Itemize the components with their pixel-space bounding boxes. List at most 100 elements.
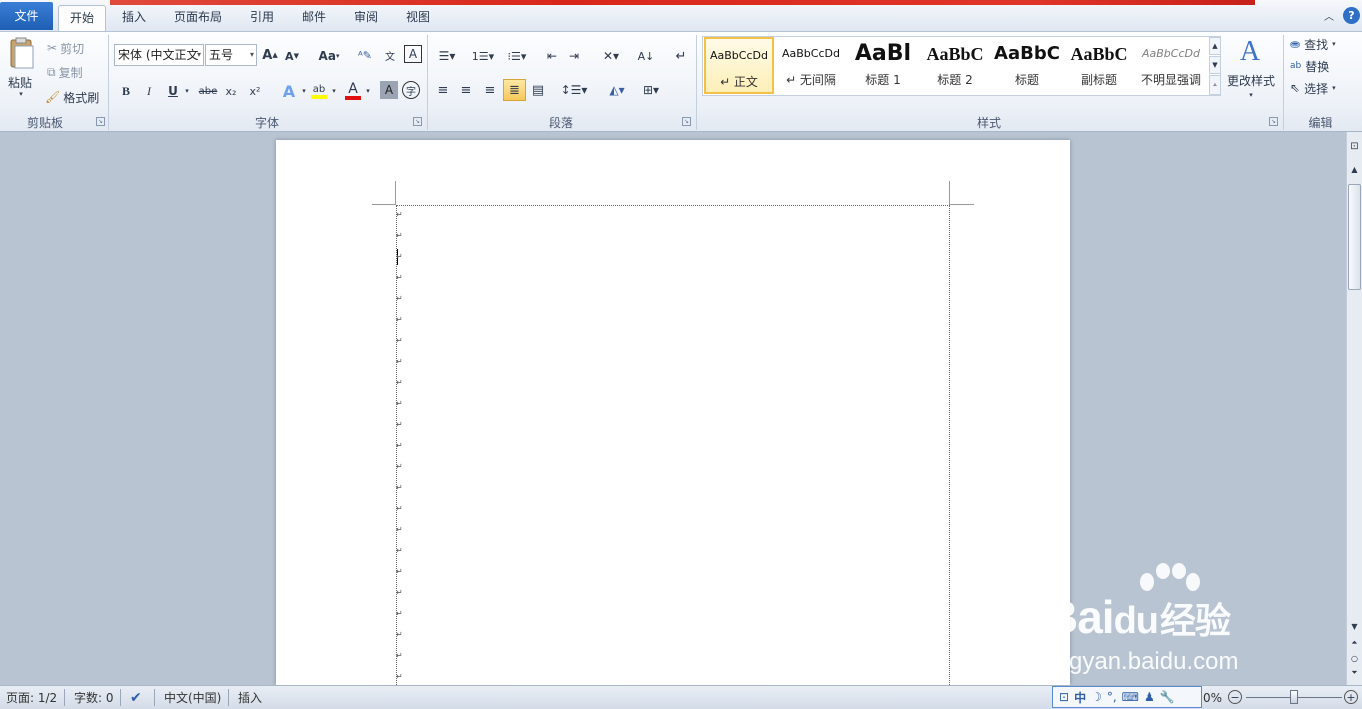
proofing-icon[interactable]: ✔ <box>130 689 142 707</box>
help-icon[interactable]: ? <box>1343 7 1360 24</box>
tab-home[interactable]: 开始 <box>58 5 106 32</box>
numbering-icon[interactable]: 1☰▾ <box>468 46 498 66</box>
zoom-in-icon[interactable]: + <box>1344 690 1358 704</box>
select-button[interactable]: ⇖ 选择 ▾ <box>1290 78 1336 98</box>
text-effects-dropdown-icon[interactable]: ▾ <box>300 84 308 98</box>
tab-view[interactable]: 视图 <box>396 5 440 32</box>
highlight-icon[interactable]: ab <box>310 80 328 102</box>
distributed-icon[interactable]: ▤ <box>528 80 548 100</box>
vertical-scrollbar[interactable]: ⊡ ▲ ▼ ⏶ ○ ⏷ <box>1346 132 1362 685</box>
styles-scroll-up-icon[interactable]: ▲ <box>1209 37 1221 55</box>
tab-mailings[interactable]: 邮件 <box>292 5 336 32</box>
grow-font-icon[interactable]: A ▲ <box>262 45 278 65</box>
style-subtitle[interactable]: AaBbC 副标题 <box>1064 37 1134 94</box>
style-normal[interactable]: AaBbCcDd ↵ 正文 <box>704 37 774 94</box>
paste-button[interactable]: 粘贴 <box>8 72 32 92</box>
line-spacing-icon[interactable]: ↕☰▾ <box>560 80 588 100</box>
font-name-combo[interactable]: 宋体 (中文正文 ▾ <box>114 44 204 66</box>
zoom-slider-thumb[interactable] <box>1290 690 1298 704</box>
multilevel-list-icon[interactable]: ⁝☰▾ <box>503 46 531 66</box>
zoom-out-icon[interactable]: − <box>1228 690 1242 704</box>
scroll-down-icon[interactable]: ▼ <box>1348 619 1361 633</box>
show-marks-icon[interactable]: ↵ <box>672 46 690 66</box>
style-subtle-emphasis[interactable]: AaBbCcDd 不明显强调 <box>1136 37 1206 94</box>
tab-references[interactable]: 引用 <box>240 5 284 32</box>
underline-dropdown-icon[interactable]: ▾ <box>183 84 191 98</box>
justify-icon[interactable]: ≣ <box>503 79 526 101</box>
align-left-icon[interactable]: ≡ <box>433 80 453 100</box>
insert-mode[interactable]: 插入 <box>238 689 262 707</box>
styles-more-icon[interactable]: ⩡ <box>1209 75 1221 95</box>
strikethrough-button[interactable]: abe <box>198 81 218 101</box>
text-effects-icon[interactable]: A <box>279 80 299 102</box>
change-styles-dropdown-icon[interactable]: ▾ <box>1246 91 1256 99</box>
font-launcher-icon[interactable]: ↘ <box>413 117 422 126</box>
user-icon[interactable]: ♟ <box>1144 690 1155 704</box>
shading-icon[interactable]: ◭▾ <box>603 80 631 100</box>
borders-icon[interactable]: ⊞▾ <box>637 80 665 100</box>
ruler-toggle-icon[interactable]: ⊡ <box>1348 138 1361 154</box>
tab-insert[interactable]: 插入 <box>112 5 156 32</box>
increase-indent-icon[interactable]: ⇥ <box>564 46 584 66</box>
zoom-level[interactable]: 0% <box>1203 689 1222 707</box>
clipboard-launcher-icon[interactable]: ↘ <box>96 117 105 126</box>
align-right-icon[interactable]: ≡ <box>480 80 500 100</box>
change-styles-icon[interactable]: A <box>1234 36 1266 68</box>
language-indicator[interactable]: 中文(中国) <box>164 689 221 707</box>
change-styles-button[interactable]: 更改样式 <box>1227 70 1275 90</box>
tab-page-layout[interactable]: 页面布局 <box>166 5 230 32</box>
decrease-indent-icon[interactable]: ⇤ <box>542 46 562 66</box>
tab-file[interactable]: 文件 <box>0 2 53 30</box>
keyboard-icon[interactable]: ⌨ <box>1122 690 1139 704</box>
moon-icon[interactable]: ☽ <box>1091 690 1102 704</box>
previous-page-icon[interactable]: ⏶ <box>1348 637 1361 649</box>
character-shading-icon[interactable]: A <box>380 81 398 99</box>
scroll-thumb[interactable] <box>1348 184 1361 290</box>
paste-icon[interactable] <box>6 35 36 71</box>
styles-launcher-icon[interactable]: ↘ <box>1269 117 1278 126</box>
paragraph-mark-icon: ↵ <box>396 651 403 660</box>
phonetic-guide-icon[interactable]: 文 <box>380 45 400 65</box>
align-center-icon[interactable]: ≡ <box>456 80 476 100</box>
font-color-dropdown-icon[interactable]: ▾ <box>364 84 372 98</box>
shrink-font-icon[interactable]: A ▼ <box>284 46 300 66</box>
change-case-button[interactable]: Aa ▾ <box>316 46 342 66</box>
replace-button[interactable]: ab 替换 <box>1290 56 1329 76</box>
minimize-ribbon-icon[interactable]: ︿ <box>1322 8 1336 23</box>
styles-scroll-down-icon[interactable]: ▼ <box>1209 56 1221 74</box>
subscript-button[interactable]: x₂ <box>222 81 240 101</box>
style-heading-2[interactable]: AaBbC 标题 2 <box>920 37 990 94</box>
ime-logo-icon[interactable]: ⊡ <box>1059 690 1069 704</box>
style-title[interactable]: AaBbC 标题 <box>992 37 1062 94</box>
highlight-dropdown-icon[interactable]: ▾ <box>330 84 338 98</box>
next-page-icon[interactable]: ⏷ <box>1348 667 1361 679</box>
paragraph-launcher-icon[interactable]: ↘ <box>682 117 691 126</box>
style-heading-1[interactable]: AaBl 标题 1 <box>848 37 918 94</box>
character-border-icon[interactable]: A <box>404 45 422 63</box>
wrench-icon[interactable]: 🔧 <box>1160 690 1175 704</box>
font-size-combo[interactable]: 五号 ▾ <box>205 44 257 66</box>
chinese-layout-icon[interactable]: ✕▾ <box>596 46 626 66</box>
scroll-up-icon[interactable]: ▲ <box>1348 162 1361 176</box>
tab-review[interactable]: 审阅 <box>344 5 388 32</box>
style-no-spacing[interactable]: AaBbCcDd ↵ 无间隔 <box>776 37 846 94</box>
page-count[interactable]: 页面: 1/2 <box>6 689 57 707</box>
punctuation-icon[interactable]: °, <box>1107 690 1117 704</box>
superscript-button[interactable]: x² <box>246 81 264 101</box>
copy-button[interactable]: ⧉ 复制 <box>47 62 83 82</box>
find-button[interactable]: ⛂ 查找 ▾ <box>1290 34 1336 54</box>
ime-language-toggle[interactable]: 中 <box>1074 689 1086 706</box>
paste-dropdown-icon[interactable]: ▾ <box>16 90 26 98</box>
browse-object-icon[interactable]: ○ <box>1348 652 1361 664</box>
sort-icon[interactable]: A↓ <box>636 46 656 66</box>
bold-button[interactable]: B <box>118 81 134 101</box>
clear-formatting-icon[interactable]: ᴬ✎ <box>355 45 375 65</box>
word-count[interactable]: 字数: 0 <box>74 689 114 707</box>
bullets-icon[interactable]: ☰▾ <box>435 46 459 66</box>
font-color-icon[interactable]: A <box>344 80 362 102</box>
italic-button[interactable]: I <box>141 81 157 101</box>
cut-button[interactable]: ✂ 剪切 <box>47 38 84 58</box>
format-painter-button[interactable]: 🖌 格式刷 <box>45 87 99 107</box>
underline-button[interactable]: U <box>165 81 181 101</box>
enclose-characters-icon[interactable]: 字 <box>402 81 420 99</box>
